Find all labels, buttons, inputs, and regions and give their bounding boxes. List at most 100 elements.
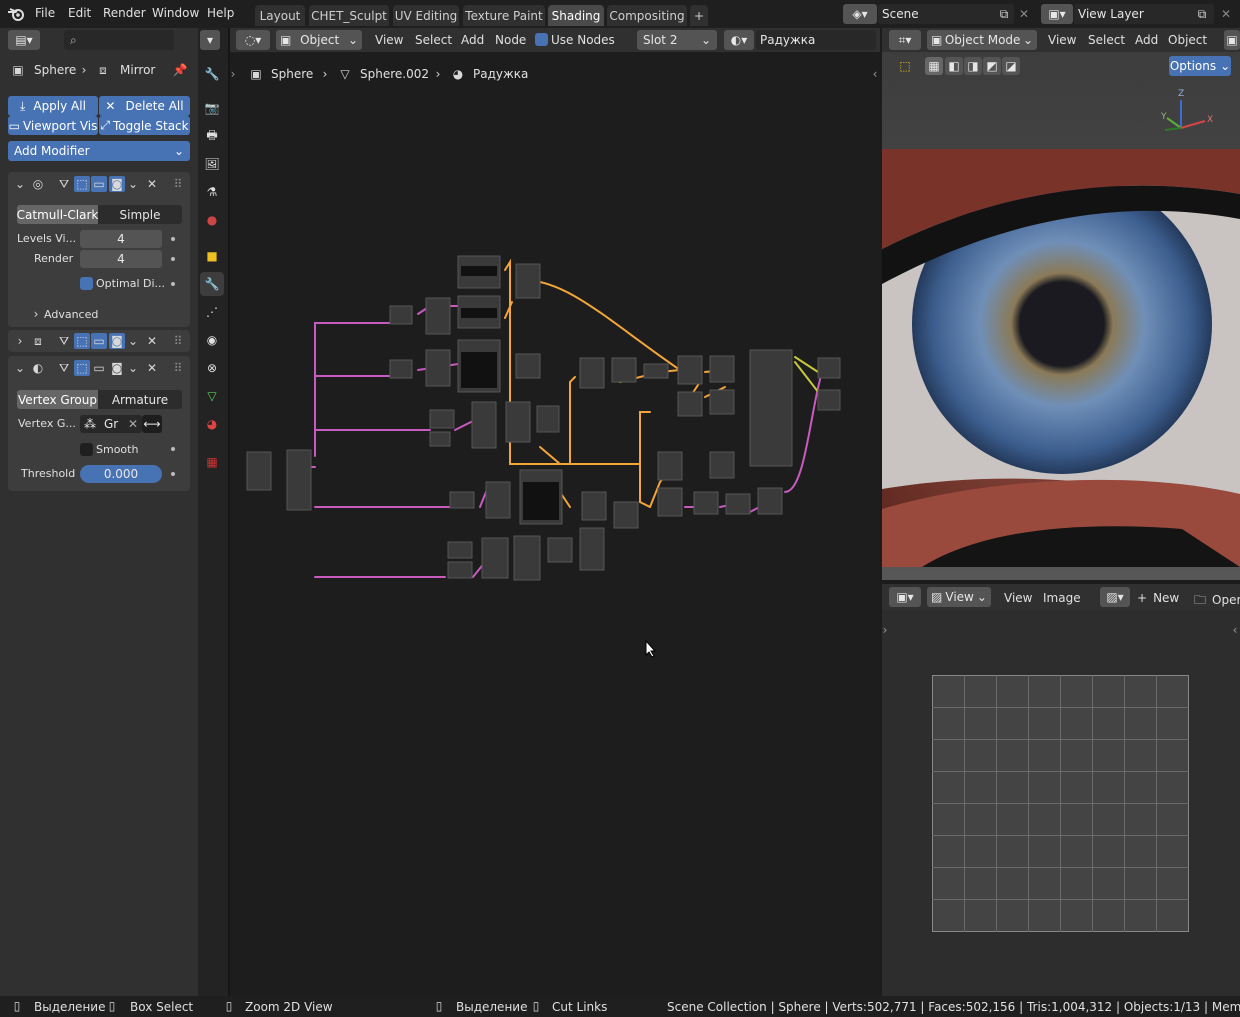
cage-toggle-icon[interactable]: ⬚ [74,176,90,192]
viewport-vis-button[interactable]: ▭ Viewport Vis [8,116,98,135]
image-browse-button[interactable]: ▨▾ [1100,587,1130,607]
tab-texture-paint[interactable]: Texture Paint [463,5,545,26]
edit-mode-toggle-icon[interactable]: ⛛ [56,176,72,192]
shader-node[interactable] [246,255,841,581]
keyframe-dot-icon[interactable] [171,257,175,261]
collapse-chevron-icon[interactable]: ⌄ [14,360,26,376]
properties-search-input[interactable]: ⌕ [64,30,174,50]
viewport-options-dropdown[interactable]: Options ⌄ [1169,56,1231,76]
object-mode-dropdown[interactable]: ▣ Object Mode ⌄ [927,30,1037,50]
viewport-extra-button[interactable]: ▣ [1224,30,1240,50]
armature-option[interactable]: Armature [98,390,182,409]
image-menu-view[interactable]: View [1004,591,1032,605]
tab-render-icon[interactable]: 📷 [200,96,224,120]
copy-scene-icon[interactable]: ⧉ [996,6,1012,22]
simple-option[interactable]: Simple [98,205,182,224]
pin-icon[interactable]: 📌 [172,62,188,78]
remove-modifier-icon[interactable]: ✕ [145,360,159,376]
node-graph[interactable] [230,52,880,996]
add-modifier-dropdown[interactable]: Add Modifier ⌄ [8,141,190,161]
tab-uv-editing[interactable]: UV Editing [393,5,459,26]
apply-all-button[interactable]: ⤓ Apply All [8,96,98,116]
catmull-clark-option[interactable]: Catmull-Clark [17,205,98,224]
viewport-toggle-icon[interactable]: ▭ [91,176,107,192]
image-menu-image[interactable]: Image [1043,591,1081,605]
select-mode-new-icon[interactable]: ▦ [925,57,943,75]
drag-handle-icon[interactable]: ⠿ [170,360,186,376]
tab-data-icon[interactable]: ▽ [200,384,224,408]
levels-viewport-field[interactable]: 4 [80,230,162,248]
menu-file[interactable]: File [35,6,55,20]
menu-window[interactable]: Window [152,6,199,20]
tab-world-icon[interactable]: ● [200,208,224,232]
blender-logo-icon[interactable] [6,5,26,23]
viewport-menu-view[interactable]: View [1048,33,1076,47]
menu-render[interactable]: Render [103,6,146,20]
close-scene-icon[interactable]: ✕ [1016,6,1032,22]
tab-texture-icon[interactable]: ▦ [200,450,224,474]
toolbar-toggle-chevron-icon[interactable]: › [880,622,890,638]
drag-handle-icon[interactable]: ⠿ [170,176,186,192]
cage-toggle-icon[interactable]: ⬚ [74,333,90,349]
select-mode-subtract-icon[interactable]: ◨ [964,57,982,75]
vertex-group-field[interactable]: ⁂ Gr ✕ [80,415,142,433]
clear-field-icon[interactable]: ✕ [128,417,138,431]
tab-material-icon[interactable]: ◕ [200,412,224,436]
viewport-toggle-icon[interactable]: ▭ [91,333,107,349]
toggle-stack-button[interactable]: ⤢ Toggle Stack [99,116,190,135]
tab-view-layer-icon[interactable]: 🖼 [200,152,224,176]
expand-chevron-icon[interactable]: › [14,333,26,349]
remove-modifier-icon[interactable]: ✕ [145,176,159,192]
viewport-menu-object[interactable]: Object [1168,33,1207,47]
tab-chet-sculpt[interactable]: CHET_Sculpt [309,5,389,26]
render-toggle-icon[interactable]: ◙ [109,333,125,349]
collapse-chevron-icon[interactable]: ⌄ [14,176,26,192]
use-nodes-checkbox[interactable] [535,33,548,46]
tab-shading[interactable]: Shading [548,5,604,26]
advanced-chevron-icon[interactable]: › [30,306,42,322]
slot-dropdown[interactable]: Slot 2 ⌄ [637,30,717,50]
uv-grid[interactable] [932,675,1189,932]
shader-type-dropdown[interactable]: ▣ Object ⌄ [276,30,362,50]
image-editor-type-button[interactable]: ▣▾ [889,587,921,607]
scene-field[interactable]: Scene [878,4,1014,24]
tab-constraints-icon[interactable]: ⊗ [200,356,224,380]
tab-scene-icon[interactable]: ⚗ [200,180,224,204]
keyframe-dot-icon[interactable] [171,472,175,476]
select-mode-extend-icon[interactable]: ◧ [945,57,963,75]
vertex-group-option[interactable]: Vertex Group [17,390,98,409]
node-menu-select[interactable]: Select [415,33,452,47]
tab-layout[interactable]: Layout [255,5,305,26]
viewport-toggle-icon[interactable]: ▭ [91,360,107,376]
smooth-checkbox[interactable] [80,443,93,456]
close-view-layer-icon[interactable]: ✕ [1218,6,1234,22]
menu-edit[interactable]: Edit [68,6,91,20]
scene-type-button[interactable]: ◈▾ [843,4,877,24]
optimal-display-checkbox[interactable] [80,277,93,290]
tab-modifiers-icon[interactable]: 🔧 [200,272,224,296]
invert-group-button[interactable]: ⟷ [142,415,162,433]
select-mode-intersect-icon[interactable]: ◪ [1002,57,1020,75]
add-workspace-button[interactable]: + [690,5,708,26]
tab-object-icon[interactable]: ■ [200,244,224,268]
new-image-button[interactable]: + New [1137,591,1179,605]
node-menu-add[interactable]: Add [461,33,484,47]
select-mode-invert-icon[interactable]: ◩ [983,57,1001,75]
dropdown-chevron-icon[interactable]: ⌄ [127,360,139,376]
sidebar-toggle-chevron-icon[interactable]: ‹ [1230,622,1240,638]
editor-type-button[interactable]: ▤▾ [8,30,40,50]
node-menu-view[interactable]: View [375,33,403,47]
view-layer-field[interactable]: View Layer [1074,4,1214,24]
edit-mode-toggle-icon[interactable]: ⛛ [56,333,72,349]
open-image-button[interactable]: 🗀 Oper [1194,591,1240,612]
dropdown-chevron-icon[interactable]: ⌄ [127,176,139,192]
delete-all-button[interactable]: ✕ Delete All [99,96,190,116]
render-toggle-icon[interactable]: ◙ [109,360,125,376]
remove-modifier-icon[interactable]: ✕ [145,333,159,349]
select-tool-icon[interactable]: ⬚ [895,56,915,76]
keyframe-dot-icon[interactable] [171,447,175,451]
drag-handle-icon[interactable]: ⠿ [170,333,186,349]
node-editor-type-button[interactable]: ◌▾ [236,30,270,50]
tab-particles-icon[interactable]: ⋰ [200,300,224,324]
viewport-editor-type-button[interactable]: ⌗▾ [889,30,921,50]
